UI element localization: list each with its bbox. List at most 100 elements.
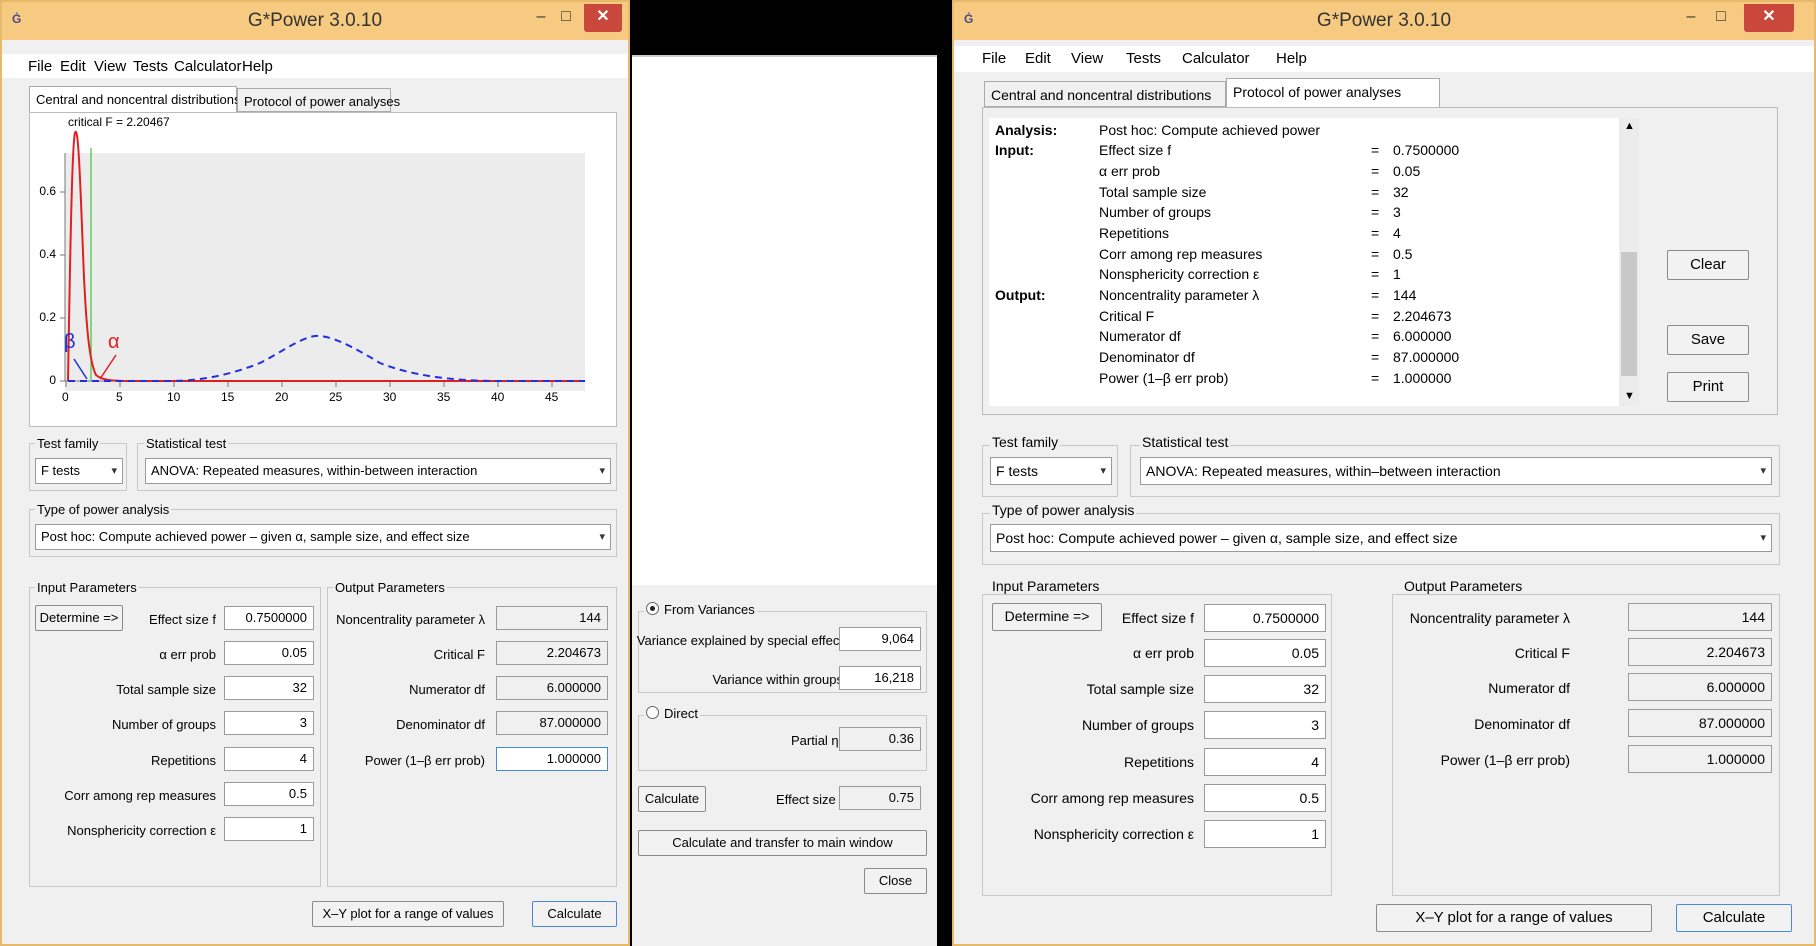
partial-eta-field[interactable]: 0.36 xyxy=(839,727,921,751)
protocol-scrollbar[interactable]: ▲ ▼ xyxy=(1619,118,1639,406)
alpha-err-field[interactable]: 0.05 xyxy=(224,641,314,665)
test-family-select[interactable]: F tests ▾ xyxy=(990,457,1112,485)
maximize-icon[interactable]: □ xyxy=(557,4,575,32)
statistical-test-select[interactable]: ANOVA: Repeated measures, within-between… xyxy=(145,458,611,484)
beta-label: β xyxy=(64,331,76,353)
effect-size-field[interactable]: 0.7500000 xyxy=(1204,604,1326,632)
groups-field[interactable]: 3 xyxy=(1204,711,1326,739)
scrollbar-thumb[interactable] xyxy=(1621,252,1637,376)
tab-protocol[interactable]: Protocol of power analyses xyxy=(1226,78,1440,107)
protocol-row-name: Effect size f xyxy=(1099,142,1172,158)
tab-distributions[interactable]: Central and noncentral distributions xyxy=(984,81,1226,107)
menu-calculator[interactable]: Calculator xyxy=(1182,50,1250,67)
y-tick-0-2: 0.2 xyxy=(39,310,56,324)
xy-plot-button[interactable]: X–Y plot for a range of values xyxy=(1376,904,1652,932)
numerator-df-label: Numerator df xyxy=(1488,680,1570,696)
var-within-label: Variance within groups xyxy=(712,672,843,687)
transfer-button[interactable]: Calculate and transfer to main window xyxy=(638,830,927,856)
determine-button[interactable]: Determine => xyxy=(35,605,123,631)
alpha-err-field[interactable]: 0.05 xyxy=(1204,639,1326,667)
repetitions-label: Repetitions xyxy=(1123,754,1194,770)
repetitions-field[interactable]: 4 xyxy=(224,747,314,771)
menu-view[interactable]: View xyxy=(1071,50,1103,67)
effect-size-label: Effect size f xyxy=(149,612,216,627)
groups-label: Number of groups xyxy=(1081,717,1194,733)
total-sample-label: Total sample size xyxy=(116,682,216,697)
protocol-row-value: 1.000000 xyxy=(1393,370,1452,386)
close-button[interactable]: Close xyxy=(864,868,927,894)
protocol-row-eq: = xyxy=(1371,184,1380,200)
numerator-df-label: Numerator df xyxy=(409,682,485,697)
tab-distributions[interactable]: Central and noncentral distributions xyxy=(29,86,241,112)
menu-tests[interactable]: Tests xyxy=(133,58,168,75)
menu-help[interactable]: Help xyxy=(242,58,273,75)
effect-size-label: Effect size f xyxy=(1121,610,1194,626)
total-sample-field[interactable]: 32 xyxy=(224,676,314,700)
right-gpower-window: Ġ G*Power 3.0.10 – □ ✕ File Edit View Te… xyxy=(952,0,1816,946)
statistical-test-select[interactable]: ANOVA: Repeated measures, within–between… xyxy=(1140,457,1772,485)
maximize-icon[interactable]: □ xyxy=(1712,4,1730,32)
denominator-df-label: Denominator df xyxy=(396,717,485,732)
protocol-text xyxy=(989,118,1639,406)
menu-file[interactable]: File xyxy=(28,58,52,75)
xy-plot-button[interactable]: X–Y plot for a range of values xyxy=(312,901,504,927)
protocol-row-eq: = xyxy=(1371,328,1380,344)
protocol-area[interactable]: Analysis: Post hoc: Compute achieved pow… xyxy=(982,107,1778,415)
calculate-button[interactable]: Calculate xyxy=(1676,904,1792,932)
close-icon[interactable]: ✕ xyxy=(584,4,622,32)
noncentrality-label: Noncentrality parameter λ xyxy=(1409,610,1570,626)
effect-calculate-button[interactable]: Calculate xyxy=(638,786,706,812)
save-button[interactable]: Save xyxy=(1667,325,1749,355)
protocol-row-value: 0.05 xyxy=(1393,163,1421,179)
chevron-down-icon: ▾ xyxy=(599,465,605,477)
repetitions-field[interactable]: 4 xyxy=(1204,748,1326,776)
from-variances-radio[interactable]: From Variances xyxy=(644,602,757,617)
protocol-row-eq: = xyxy=(1371,246,1380,262)
test-family-select[interactable]: F tests ▾ xyxy=(35,458,123,484)
effect-size-field[interactable]: 0.7500000 xyxy=(224,606,314,630)
power-type-select[interactable]: Post hoc: Compute achieved power – given… xyxy=(35,524,611,550)
determine-button[interactable]: Determine => xyxy=(992,603,1102,631)
direct-radio[interactable]: Direct xyxy=(644,706,700,721)
analysis-key: Analysis: xyxy=(995,122,1058,138)
clear-button[interactable]: Clear xyxy=(1667,250,1749,280)
nonsphericity-field[interactable]: 1 xyxy=(224,817,314,841)
calculate-button[interactable]: Calculate xyxy=(532,901,617,927)
effect-size-f-label: Effect size f xyxy=(776,792,843,807)
menu-help[interactable]: Help xyxy=(1276,50,1307,67)
protocol-row-value: 4 xyxy=(1393,225,1401,241)
protocol-row-name: Power (1–β err prob) xyxy=(1099,370,1229,386)
minimize-icon[interactable]: – xyxy=(532,4,550,32)
test-family-label: Test family xyxy=(35,436,101,451)
close-icon[interactable]: ✕ xyxy=(1744,4,1794,32)
menu-file[interactable]: File xyxy=(982,50,1006,67)
power-value: 1.000000 xyxy=(496,747,608,771)
corr-field[interactable]: 0.5 xyxy=(224,782,314,806)
protocol-row-eq: = xyxy=(1371,225,1380,241)
repetitions-label: Repetitions xyxy=(150,753,216,768)
total-sample-field[interactable]: 32 xyxy=(1204,675,1326,703)
protocol-row-eq: = xyxy=(1371,204,1380,220)
chevron-down-icon[interactable]: ▼ xyxy=(1624,390,1635,402)
menu-edit[interactable]: Edit xyxy=(60,58,86,75)
print-button[interactable]: Print xyxy=(1667,372,1749,402)
power-type-select[interactable]: Post hoc: Compute achieved power – given… xyxy=(990,524,1772,552)
protocol-row-eq: = xyxy=(1371,370,1380,386)
tab-protocol[interactable]: Protocol of power analyses xyxy=(237,88,400,112)
menu-tests[interactable]: Tests xyxy=(1126,50,1161,67)
analysis-value: Post hoc: Compute achieved power xyxy=(1099,122,1321,138)
groups-field[interactable]: 3 xyxy=(224,711,314,735)
corr-field[interactable]: 0.5 xyxy=(1204,784,1326,812)
alpha-err-label: α err prob xyxy=(159,647,216,662)
var-special-field[interactable]: 9,064 xyxy=(839,627,921,651)
nonsphericity-field[interactable]: 1 xyxy=(1204,820,1326,848)
menu-edit[interactable]: Edit xyxy=(1025,50,1051,67)
chevron-down-icon: ▾ xyxy=(1760,532,1766,544)
chevron-up-icon[interactable]: ▲ xyxy=(1624,120,1635,132)
protocol-row-eq: = xyxy=(1371,308,1380,324)
alpha-err-label: α err prob xyxy=(1132,645,1194,661)
minimize-icon[interactable]: – xyxy=(1682,4,1700,32)
var-within-field[interactable]: 16,218 xyxy=(839,666,921,690)
menu-calculator[interactable]: Calculator xyxy=(174,58,242,75)
menu-view[interactable]: View xyxy=(94,58,126,75)
